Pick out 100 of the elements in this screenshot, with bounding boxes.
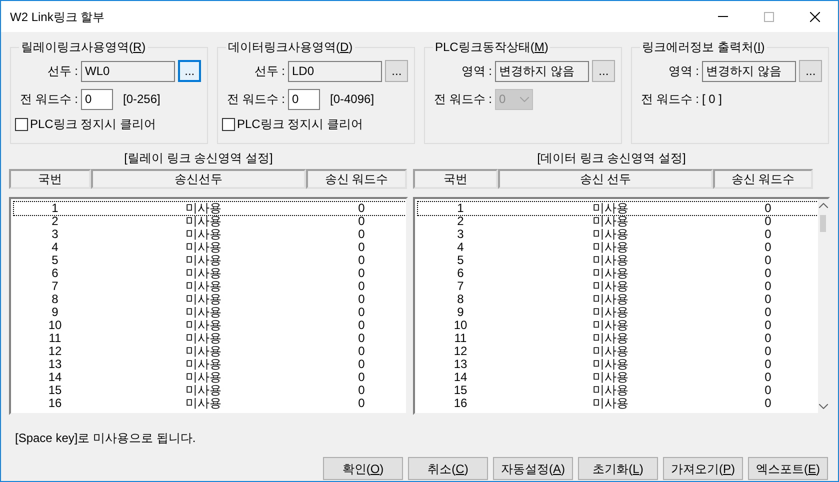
column-header[interactable]: 국번 xyxy=(9,169,91,189)
list-row[interactable]: 9 미사용 0 xyxy=(14,306,406,319)
text-field[interactable]: WL0 xyxy=(81,60,176,82)
prefix-cell-text: 미사용 xyxy=(184,319,222,332)
row-number: 15 xyxy=(47,384,63,397)
list-row[interactable]: 11 미사용 0 xyxy=(418,332,818,345)
list-row[interactable]: 7 미사용 0 xyxy=(14,280,406,293)
list-row[interactable]: 2 미사용 0 xyxy=(418,215,818,228)
list-row[interactable]: 13 미사용 0 xyxy=(14,358,406,371)
list-row[interactable]: 5 미사용 0 xyxy=(14,254,406,267)
column-header[interactable]: 송신 워드수 xyxy=(306,169,407,189)
word-count-cell-text: 0 xyxy=(764,215,772,228)
word-count-cell-text: 0 xyxy=(764,345,772,358)
column-header[interactable]: 송신 워드수 xyxy=(713,169,813,189)
list-row[interactable]: 16 미사용 0 xyxy=(14,397,406,410)
browse-button[interactable]: ... xyxy=(799,60,822,82)
list-row[interactable]: 1 미사용 0 xyxy=(418,202,818,215)
row-number: 8 xyxy=(50,293,60,306)
list-row[interactable]: 5 미사용 0 xyxy=(418,254,818,267)
browse-button[interactable]: ... xyxy=(592,60,615,82)
column-header[interactable]: 송신 선두 xyxy=(498,169,713,189)
word-count-cell-text: 0 xyxy=(357,254,366,267)
list-row[interactable]: 12 미사용 0 xyxy=(14,345,406,358)
field-label: 전 워드수 : xyxy=(226,91,286,108)
list-row[interactable]: 3 미사용 0 xyxy=(14,228,406,241)
list-row[interactable]: 11 미사용 0 xyxy=(14,332,406,345)
row-number: 2 xyxy=(456,215,465,228)
list-row[interactable]: 10 미사용 0 xyxy=(14,319,406,332)
dialog-button[interactable]: 확인(O) xyxy=(323,457,403,480)
list-row[interactable]: 8 미사용 0 xyxy=(14,293,406,306)
dialog-button[interactable]: 엑스포트(E) xyxy=(748,457,828,480)
text-field[interactable]: 변경하지 않음 xyxy=(495,60,590,82)
section-title: [릴레이 링크 송신영역 설정] xyxy=(123,150,274,167)
prefix-cell-text: 미사용 xyxy=(184,306,222,319)
prefix-cell-text: 미사용 xyxy=(184,280,222,293)
list-row[interactable]: 4 미사용 0 xyxy=(418,241,818,254)
row-number: 16 xyxy=(47,397,63,410)
browse-button[interactable]: ... xyxy=(178,60,201,82)
prefix-cell-text: 미사용 xyxy=(184,215,222,228)
column-header[interactable]: 국번 xyxy=(413,169,498,189)
list-row[interactable]: 4 미사용 0 xyxy=(14,241,406,254)
checkbox[interactable] xyxy=(222,118,235,130)
chevron-icon xyxy=(520,96,529,102)
list-row[interactable]: 6 미사용 0 xyxy=(14,267,406,280)
prefix-cell-text: 미사용 xyxy=(592,345,630,358)
dialog-button[interactable]: 가져오기(P) xyxy=(663,457,743,480)
list-row[interactable]: 9 미사용 0 xyxy=(418,306,818,319)
group-title: 릴레이링크사용영역(R) xyxy=(20,39,147,56)
word-count-cell-text: 0 xyxy=(764,371,772,384)
list-row[interactable]: 6 미사용 0 xyxy=(418,267,818,280)
word-count-cell-text: 0 xyxy=(357,280,366,293)
list-row[interactable]: 14 미사용 0 xyxy=(14,371,406,384)
word-count-cell-text: 0 xyxy=(357,397,366,410)
column-header[interactable]: 송신선두 xyxy=(91,169,306,189)
list-row[interactable]: 15 미사용 0 xyxy=(14,384,406,397)
dialog-button[interactable]: 자동설정(A) xyxy=(493,457,573,480)
dialog-button[interactable]: 초기화(L) xyxy=(578,457,658,480)
list-row[interactable]: 10 미사용 0 xyxy=(418,319,818,332)
section-title: [데이터 링크 송신영역 설정] xyxy=(536,150,687,167)
list-row[interactable]: 12 미사용 0 xyxy=(418,345,818,358)
range-hint: [0-4096] xyxy=(330,91,374,108)
prefix-cell-text: 미사용 xyxy=(184,384,222,397)
checkbox[interactable] xyxy=(15,118,28,130)
window-title: W2 Link링크 할부 xyxy=(10,8,105,26)
list-row[interactable]: 2 미사용 0 xyxy=(14,215,406,228)
dialog-button[interactable]: 취소(C) xyxy=(408,457,488,480)
row-number: 5 xyxy=(456,254,465,267)
list-row[interactable]: 8 미사용 0 xyxy=(418,293,818,306)
scroll-up-icon[interactable] xyxy=(818,203,828,208)
list-row[interactable]: 15 미사용 0 xyxy=(418,384,818,397)
field-label: 영역 : xyxy=(667,63,700,80)
field-label: 전 워드수 : xyxy=(18,91,79,108)
prefix-cell-text: 미사용 xyxy=(592,293,630,306)
hint-text: [Space key]로 미사용으로 됩니다. xyxy=(15,430,197,445)
text-field[interactable]: LD0 xyxy=(288,60,382,82)
row-number: 6 xyxy=(456,267,465,280)
field-label: 선두 : xyxy=(253,63,286,80)
scroll-thumb[interactable] xyxy=(820,215,826,232)
prefix-cell-text: 미사용 xyxy=(592,254,630,267)
scroll-down-icon[interactable] xyxy=(818,404,828,409)
list-row[interactable]: 16 미사용 0 xyxy=(418,397,818,410)
word-count-cell-text: 0 xyxy=(357,228,366,241)
list-row[interactable]: 14 미사용 0 xyxy=(418,371,818,384)
row-number: 8 xyxy=(456,293,465,306)
word-count-cell-text: 0 xyxy=(357,202,366,215)
word-count-cell-text: 0 xyxy=(357,384,366,397)
list-row[interactable]: 13 미사용 0 xyxy=(418,358,818,371)
prefix-cell-text: 미사용 xyxy=(592,397,630,410)
prefix-cell-text: 미사용 xyxy=(592,267,630,280)
browse-button[interactable]: ... xyxy=(385,60,408,82)
number-field[interactable]: 0 xyxy=(288,88,320,110)
list-row[interactable]: 7 미사용 0 xyxy=(418,280,818,293)
row-number: 10 xyxy=(47,319,63,332)
list-row[interactable]: 3 미사용 0 xyxy=(418,228,818,241)
list-row[interactable]: 1 미사용 0 xyxy=(14,202,406,215)
row-number: 4 xyxy=(456,241,465,254)
number-field[interactable]: 0 xyxy=(81,88,113,110)
text-field[interactable]: 변경하지 않음 xyxy=(702,60,796,82)
row-number: 12 xyxy=(452,345,468,358)
word-count-cell-text: 0 xyxy=(357,241,366,254)
